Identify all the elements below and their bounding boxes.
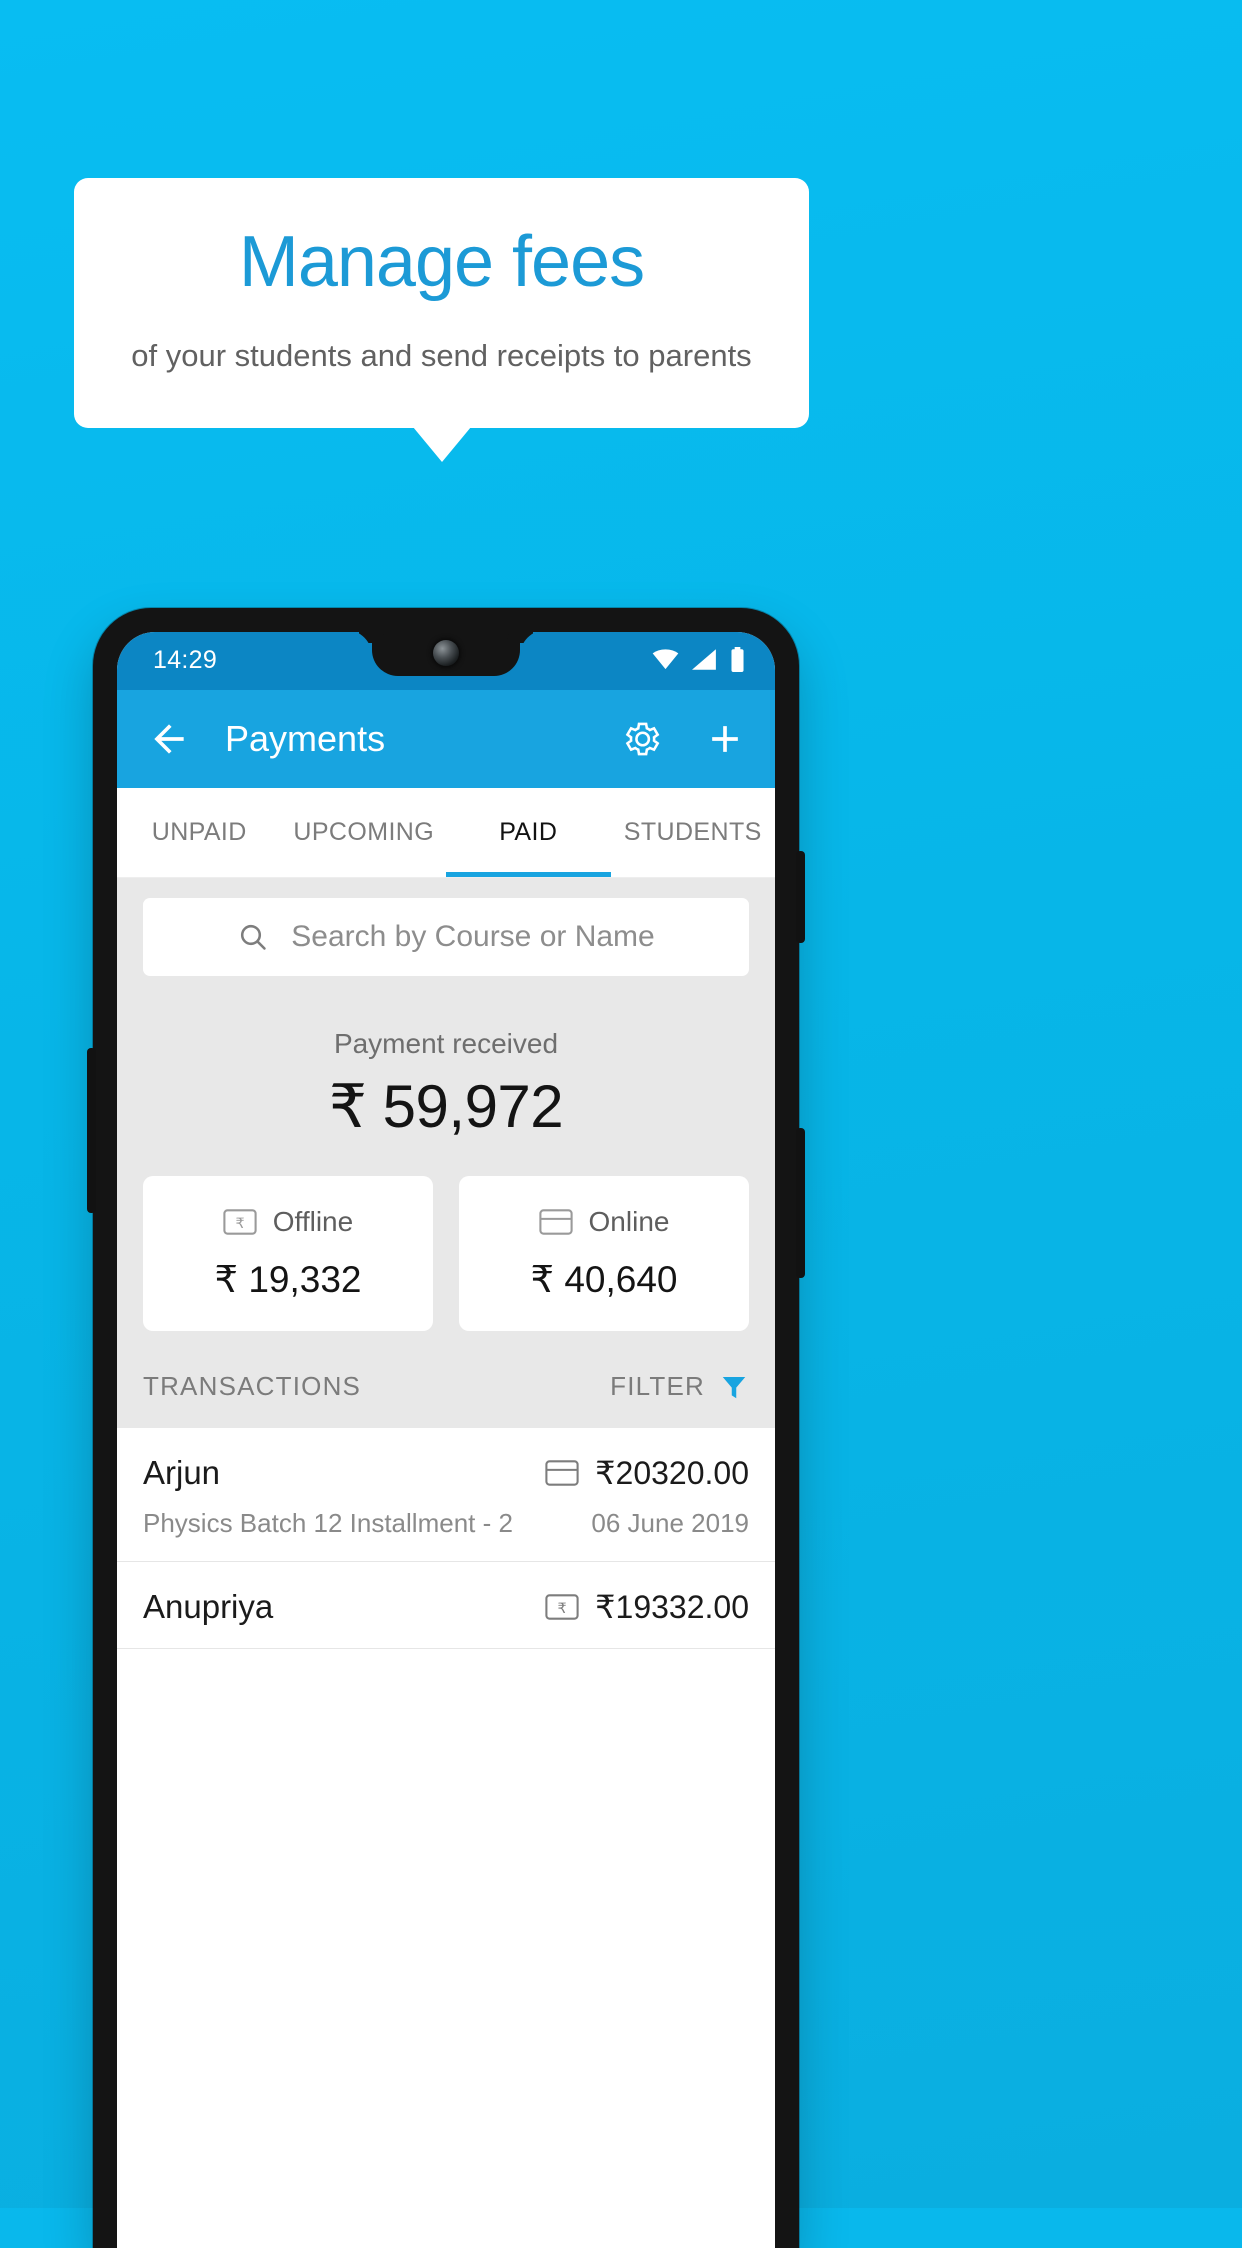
front-camera bbox=[433, 640, 459, 666]
offline-card[interactable]: ₹ Offline ₹ 19,332 bbox=[143, 1176, 433, 1331]
payment-summary: Payment received ₹ 59,972 bbox=[117, 976, 775, 1142]
tab-students[interactable]: STUDENTS bbox=[611, 788, 776, 877]
online-amount: ₹ 40,640 bbox=[530, 1259, 678, 1300]
page-title: Payments bbox=[225, 718, 386, 759]
search-placeholder: Search by Course or Name bbox=[291, 920, 655, 953]
tab-unpaid-label: UNPAID bbox=[151, 818, 247, 846]
app-bar-actions bbox=[619, 717, 747, 761]
paid-tab-content: Search by Course or Name Payment receive… bbox=[117, 878, 775, 1649]
wifi-icon bbox=[652, 649, 679, 670]
battery-icon bbox=[730, 647, 745, 672]
transactions-header: TRANSACTIONS FILTER bbox=[117, 1331, 775, 1428]
transaction-row-bottom: Physics Batch 12 Installment - 2 06 June… bbox=[143, 1508, 749, 1539]
filter-label: FILTER bbox=[610, 1371, 705, 1401]
callout-tail bbox=[413, 427, 471, 462]
credit-card-icon bbox=[538, 1209, 573, 1235]
banknote-rupee-icon: ₹ bbox=[545, 1594, 579, 1620]
status-bar: 14:29 bbox=[117, 632, 775, 690]
filter-button[interactable]: FILTER bbox=[610, 1371, 749, 1402]
gear-icon[interactable] bbox=[619, 717, 663, 761]
promo-subheadline: of your students and send receipts to pa… bbox=[131, 338, 752, 373]
search-container: Search by Course or Name bbox=[117, 878, 775, 976]
summary-breakdown: ₹ Offline ₹ 19,332 Online ₹ 40,640 bbox=[117, 1142, 775, 1331]
transactions-title: TRANSACTIONS bbox=[143, 1371, 362, 1401]
plus-icon[interactable] bbox=[703, 717, 747, 761]
promo-headline: Manage fees bbox=[238, 222, 645, 302]
credit-card-icon bbox=[545, 1460, 579, 1486]
phone-power-button bbox=[796, 851, 805, 943]
transaction-list: Arjun ₹20320.00 Physics Batch 12 Install… bbox=[117, 1428, 775, 1649]
arrow-left-icon[interactable] bbox=[147, 717, 191, 761]
online-card[interactable]: Online ₹ 40,640 bbox=[459, 1176, 749, 1331]
signal-icon bbox=[692, 649, 717, 670]
app-bar: Payments bbox=[117, 690, 775, 788]
promo-stage: Manage fees of your students and send re… bbox=[0, 0, 1242, 2248]
offline-amount: ₹ 19,332 bbox=[214, 1259, 362, 1300]
status-icon-group bbox=[652, 647, 745, 672]
table-row[interactable]: Arjun ₹20320.00 Physics Batch 12 Install… bbox=[117, 1428, 775, 1562]
search-icon bbox=[237, 921, 269, 953]
transaction-row-top: Anupriya ₹ ₹19332.00 bbox=[143, 1588, 749, 1626]
offline-card-head: ₹ Offline bbox=[143, 1206, 433, 1238]
transaction-name: Arjun bbox=[143, 1454, 221, 1491]
promo-callout-card: Manage fees of your students and send re… bbox=[74, 178, 809, 428]
svg-text:₹: ₹ bbox=[558, 1601, 567, 1617]
phone-mockup: 14:29 Payments UNPAID UPCOMING PAID STUD… bbox=[87, 608, 805, 2248]
summary-label: Payment received bbox=[333, 1028, 559, 1059]
status-time: 14:29 bbox=[153, 646, 218, 674]
phone-volume-button bbox=[796, 1128, 805, 1278]
transaction-date: 06 June 2019 bbox=[591, 1508, 749, 1538]
tab-bar: UNPAID UPCOMING PAID STUDENTS bbox=[117, 788, 775, 878]
tab-upcoming-label: UPCOMING bbox=[293, 818, 435, 846]
tab-students-label: STUDENTS bbox=[623, 818, 762, 846]
tab-upcoming[interactable]: UPCOMING bbox=[282, 788, 447, 877]
tab-paid[interactable]: PAID bbox=[446, 788, 611, 877]
search-input[interactable]: Search by Course or Name bbox=[143, 898, 749, 976]
svg-text:₹: ₹ bbox=[235, 1216, 244, 1232]
tab-unpaid[interactable]: UNPAID bbox=[117, 788, 282, 877]
banknote-rupee-icon: ₹ bbox=[223, 1209, 257, 1235]
transaction-row-top: Arjun ₹20320.00 bbox=[143, 1454, 749, 1492]
phone-side-button bbox=[87, 1048, 96, 1213]
offline-label: Offline bbox=[272, 1206, 354, 1237]
transaction-name: Anupriya bbox=[143, 1588, 274, 1625]
tab-paid-label: PAID bbox=[499, 818, 558, 846]
transaction-amount: ₹20320.00 bbox=[595, 1455, 749, 1491]
funnel-icon bbox=[719, 1372, 749, 1402]
summary-amount: ₹ 59,972 bbox=[328, 1073, 564, 1140]
transaction-amount-group: ₹20320.00 bbox=[545, 1454, 749, 1492]
online-label: Online bbox=[588, 1206, 670, 1237]
online-card-head: Online bbox=[459, 1206, 749, 1238]
transaction-course: Physics Batch 12 Installment - 2 bbox=[143, 1508, 513, 1538]
table-row[interactable]: Anupriya ₹ ₹19332.00 bbox=[117, 1562, 775, 1649]
phone-notch bbox=[372, 632, 520, 676]
phone-screen: 14:29 Payments UNPAID UPCOMING PAID STUD… bbox=[117, 632, 775, 2248]
transaction-amount-group: ₹ ₹19332.00 bbox=[545, 1588, 749, 1626]
transaction-amount: ₹19332.00 bbox=[595, 1589, 749, 1625]
